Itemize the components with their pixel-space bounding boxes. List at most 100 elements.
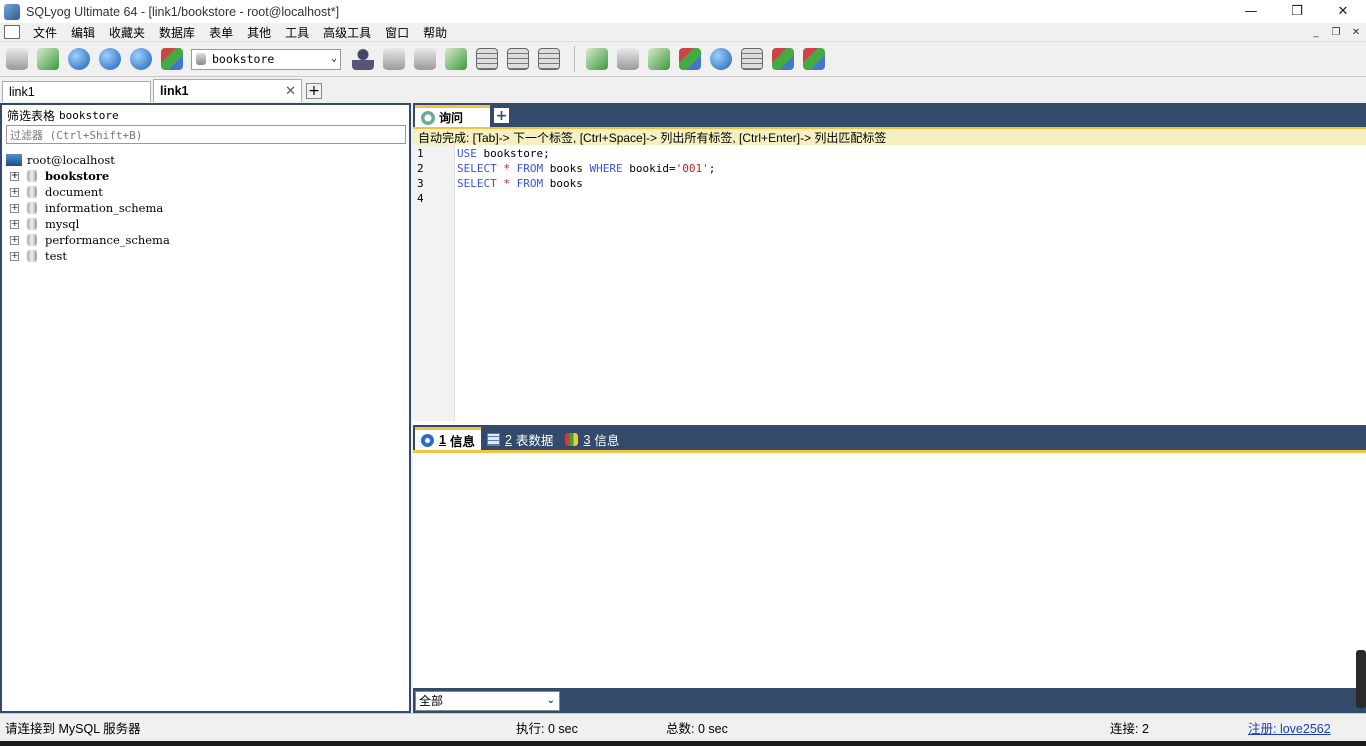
schema-sync-button[interactable] (707, 45, 735, 73)
schema-icon (538, 48, 560, 70)
object-browser: 筛选表格 bookstore 过滤器 (Ctrl+Shift+B) root@l… (0, 103, 411, 713)
expand-icon[interactable]: + (10, 235, 19, 245)
code-token: books (543, 162, 590, 175)
sync-button[interactable] (645, 45, 673, 73)
query-tab-strip: 询问 + (413, 103, 1366, 127)
sql-editor-button[interactable] (583, 45, 611, 73)
new-query-button[interactable] (34, 45, 62, 73)
menu-help[interactable]: 帮助 (416, 24, 454, 41)
tree-item-test[interactable]: + test (2, 248, 409, 264)
result-tab-info-2[interactable]: 3 信息 (559, 429, 625, 450)
close-button[interactable]: ✕ (1320, 0, 1366, 23)
new-connection-button[interactable] (3, 45, 31, 73)
database-icon (27, 202, 37, 214)
close-tab-icon[interactable]: ✕ (285, 83, 296, 99)
new-query-icon (37, 48, 59, 70)
tab-number: 3 (583, 432, 591, 447)
designer-button[interactable] (769, 45, 797, 73)
sync-icon (648, 48, 670, 70)
tree-item-bookstore[interactable]: + bookstore (2, 168, 409, 184)
menu-advanced-tools[interactable]: 高级工具 (316, 24, 378, 41)
table-icon (486, 433, 500, 446)
menu-others[interactable]: 其他 (240, 24, 278, 41)
query-tab[interactable]: 询问 (415, 105, 490, 127)
create-database-button[interactable] (380, 45, 408, 73)
expand-icon[interactable]: + (10, 203, 19, 213)
filter-label-text: 筛选表格 (7, 108, 56, 123)
query-builder-button[interactable] (158, 45, 186, 73)
tree-item-document[interactable]: + document (2, 184, 409, 200)
menu-edit[interactable]: 编辑 (64, 24, 102, 41)
expand-icon[interactable]: + (10, 171, 19, 181)
result-filter-select[interactable]: 全部 ⌄ (415, 690, 560, 711)
import-icon (679, 48, 701, 70)
query-builder-icon (161, 48, 183, 70)
diagram-button[interactable] (800, 45, 828, 73)
expand-icon[interactable]: + (10, 251, 19, 261)
connection-tab-label: link1 (160, 84, 189, 98)
code-token: bookid= (622, 162, 676, 175)
side-scroll-handle[interactable] (1356, 650, 1366, 708)
view-button[interactable] (473, 45, 501, 73)
info-icon (421, 433, 434, 447)
monitor-button[interactable] (738, 45, 766, 73)
minimize-button[interactable]: — (1228, 0, 1274, 23)
result-tab-info[interactable]: 1 信息 (415, 427, 481, 450)
menu-file[interactable]: 文件 (26, 24, 64, 41)
create-table-button[interactable] (411, 45, 439, 73)
tree-item-performance-schema[interactable]: + performance_schema (2, 232, 409, 248)
import-button[interactable] (676, 45, 704, 73)
document-menu-icon[interactable] (4, 25, 20, 39)
user-manager-button[interactable] (349, 45, 377, 73)
execute-query-button[interactable] (65, 45, 93, 73)
database-name: test (45, 249, 67, 263)
menu-tools[interactable]: 工具 (278, 24, 316, 41)
title-bar: SQLyog Ultimate 64 - [link1/bookstore - … (0, 0, 1366, 23)
tree-root-server[interactable]: root@localhost (2, 152, 409, 168)
register-link[interactable]: 注册: love2562 (1248, 718, 1331, 737)
database-name: document (45, 185, 103, 199)
mdi-minimize-button[interactable]: _ (1306, 23, 1326, 41)
query-tab-label: 询问 (439, 111, 464, 125)
result-tabs: 1 信息 2 表数据 3 信息 (413, 425, 1366, 450)
result-tab-table-data[interactable]: 2 表数据 (481, 429, 559, 450)
mdi-close-button[interactable]: ✕ (1346, 23, 1366, 41)
code-token: SELECT (457, 177, 497, 190)
status-connections: 连接: 2 (1110, 722, 1149, 736)
database-select[interactable]: bookstore ⌄ (191, 48, 341, 70)
schema-button[interactable] (535, 45, 563, 73)
connection-tab-2[interactable]: link1 ✕ (153, 79, 302, 102)
expand-icon[interactable]: + (10, 219, 19, 229)
refresh-button[interactable] (127, 45, 155, 73)
code-token: FROM (516, 177, 544, 190)
code-token: ; (708, 162, 716, 175)
connection-tab-1[interactable]: link1 (2, 81, 151, 102)
mdi-restore-button[interactable]: ❐ (1326, 23, 1346, 41)
autocomplete-hint: 自动完成: [Tab]-> 下一个标签, [Ctrl+Space]-> 列出所有… (413, 127, 1366, 145)
result-content[interactable] (413, 450, 1366, 688)
code-token: USE (457, 147, 477, 160)
export-button[interactable] (442, 45, 470, 73)
monitor-icon (741, 48, 763, 70)
filter-input[interactable]: 过滤器 (Ctrl+Shift+B) (6, 125, 406, 144)
add-connection-tab-button[interactable]: + (306, 83, 322, 99)
table-data-button[interactable] (504, 45, 532, 73)
designer-icon (772, 48, 794, 70)
grid-icon (507, 48, 529, 70)
menu-favorites[interactable]: 收藏夹 (102, 24, 152, 41)
restore-button[interactable]: ❐ (1274, 0, 1320, 23)
sql-editor[interactable]: 1 USE bookstore; 2 SELECT * FROM books WHER… (413, 145, 1366, 421)
refresh-icon (130, 48, 152, 70)
backup-button[interactable] (614, 45, 642, 73)
menu-window[interactable]: 窗口 (378, 24, 416, 41)
add-query-tab-button[interactable]: + (494, 108, 509, 123)
menu-table[interactable]: 表单 (202, 24, 240, 41)
status-exec-time: 执行: 0 sec (516, 722, 578, 736)
tree-item-mysql[interactable]: + mysql (2, 216, 409, 232)
status-message: 请连接到 MySQL 服务器 (5, 722, 141, 736)
menu-database[interactable]: 数据库 (152, 24, 202, 41)
tree-item-information-schema[interactable]: + information_schema (2, 200, 409, 216)
expand-icon[interactable]: + (10, 187, 19, 197)
execute-all-button[interactable] (96, 45, 124, 73)
database-name: performance_schema (45, 233, 170, 247)
